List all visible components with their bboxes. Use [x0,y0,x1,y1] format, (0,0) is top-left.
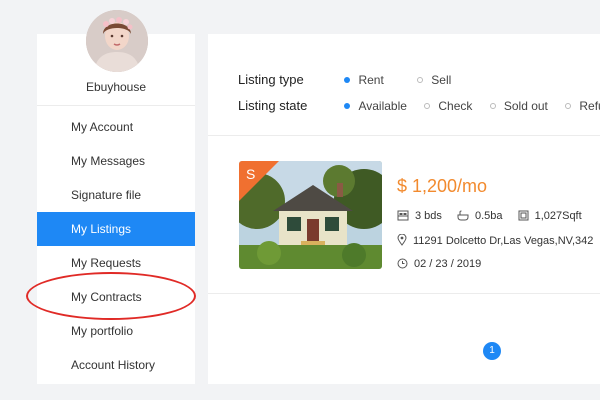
listing-date-row: 02 / 23 / 2019 [397,258,481,270]
listing-type-row: Listing type Rent Sell [238,72,464,88]
bed-icon [397,210,409,221]
radio-sell[interactable]: Sell [417,72,451,88]
area-icon [518,210,529,221]
sidebar-menu: My Account My Messages Signature file My… [37,110,195,382]
listing-features: 3 bds 0.5ba 1,027Sqft [397,210,594,222]
radio-check[interactable]: Check [424,98,472,114]
sidebar-item-my-account[interactable]: My Account [37,110,195,144]
sidebar-item-my-messages[interactable]: My Messages [37,144,195,178]
listing-beds: 3 bds [415,210,442,222]
sidebar: Ebuyhouse My Account My Messages Signatu… [37,10,195,384]
listing-address-row: 11291 Dolcetto Dr,Las Vegas,NV,342 [397,234,593,247]
sidebar-item-my-contracts[interactable]: My Contracts [37,280,195,314]
divider [208,135,600,136]
listing-price[interactable]: $ 1,200/mo [397,176,487,197]
listing-state-row: Listing state Available Check Sold out R… [238,98,600,114]
sidebar-item-my-requests[interactable]: My Requests [37,246,195,280]
listing-date: 02 / 23 / 2019 [414,258,482,270]
username: Ebuyhouse [85,80,147,94]
sidebar-item-signature-file[interactable]: Signature file [37,178,195,212]
radio-available[interactable]: Available [344,98,407,114]
bath-icon [457,210,469,221]
listing-address: 11291 Dolcetto Dr,Las Vegas,NV,342 [413,235,594,247]
listing-photo[interactable]: S [239,161,382,269]
radio-refused[interactable]: Refused [565,98,600,114]
radio-dot-icon [424,103,431,109]
divider [208,293,600,294]
listing-badge-text: S [246,166,255,182]
avatar[interactable] [86,10,148,72]
radio-dot-icon [417,77,424,83]
sidebar-item-my-listings[interactable]: My Listings [37,212,195,246]
main-panel: Listing type Rent Sell Listing state Ava… [208,34,600,384]
pagination-page-1[interactable]: 1 [483,342,501,360]
listing-state-label: Listing state [238,98,308,113]
location-pin-icon [397,234,407,246]
sidebar-divider [37,105,195,106]
sidebar-item-my-portfolio[interactable]: My portfolio [37,314,195,348]
radio-dot-selected-icon [344,103,351,109]
clock-icon [397,258,408,269]
radio-rent[interactable]: Rent [344,72,384,88]
radio-sold-out[interactable]: Sold out [489,98,548,114]
radio-dot-selected-icon [344,77,351,83]
radio-dot-icon [565,103,572,109]
listing-sqft: 1,027Sqft [534,210,582,222]
radio-dot-icon [489,103,496,109]
listing-badge: S [239,161,279,201]
sidebar-item-account-history[interactable]: Account History [37,348,195,382]
listing-type-label: Listing type [238,72,304,87]
listing-baths: 0.5ba [474,210,503,222]
